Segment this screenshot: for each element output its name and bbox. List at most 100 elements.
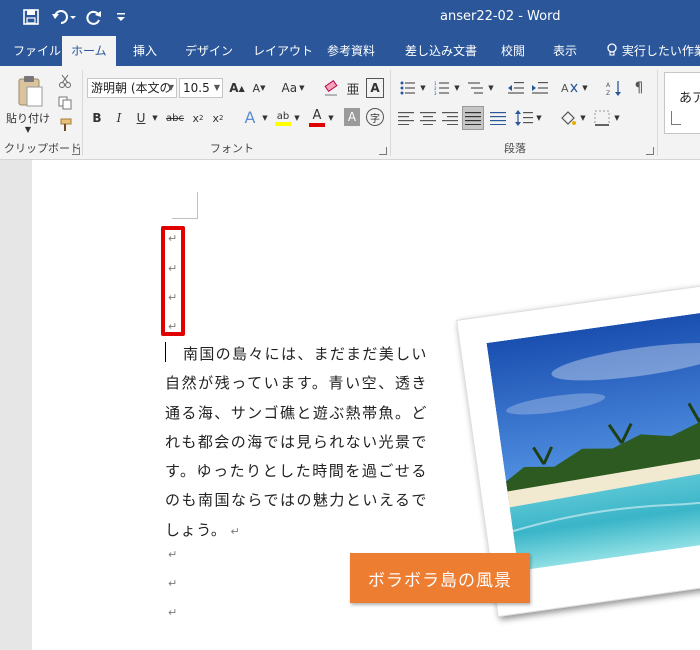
shading-icon[interactable] <box>558 108 578 128</box>
redo-icon[interactable] <box>84 6 104 28</box>
chevron-down-icon[interactable]: ▼ <box>452 78 462 98</box>
chevron-down-icon[interactable]: ▼ <box>580 78 590 98</box>
font-color-icon[interactable]: A <box>308 108 326 128</box>
tell-me-label: 実行したい作業 <box>621 44 700 58</box>
margin-corner-mark <box>172 192 198 219</box>
tab-file[interactable]: ファイル <box>4 36 70 66</box>
tab-review[interactable]: 校閲 <box>492 36 534 66</box>
paste-dropdown-icon[interactable]: ▼ <box>22 124 34 134</box>
highlight-box <box>161 226 185 336</box>
font-group-label: フォント <box>210 142 254 155</box>
format-painter-icon[interactable] <box>56 116 74 134</box>
clear-formatting-icon[interactable] <box>322 78 340 98</box>
numbering-icon[interactable]: 123 <box>432 78 452 98</box>
svg-text:Z: Z <box>606 90 610 96</box>
chevron-down-icon[interactable]: ▼ <box>418 78 428 98</box>
change-case-button[interactable]: Aa ▼ <box>276 78 310 98</box>
font-name-value: 游明朝 (本文の <box>91 81 172 95</box>
align-left-icon[interactable] <box>396 108 416 128</box>
paragraph-group-label: 段落 <box>504 142 526 155</box>
tab-view[interactable]: 表示 <box>544 36 586 66</box>
enclose-characters-icon[interactable]: 字 <box>366 108 384 126</box>
save-icon[interactable] <box>20 6 42 28</box>
title-bar: anser22-02 - Word <box>0 0 700 36</box>
character-shading-icon[interactable]: A <box>344 108 360 126</box>
copy-icon[interactable] <box>56 94 74 112</box>
chevron-down-icon[interactable]: ▼ <box>292 108 302 128</box>
align-right-icon[interactable] <box>440 108 460 128</box>
style-preview: あア <box>679 91 700 106</box>
chevron-down-icon[interactable]: ▼ <box>260 108 270 128</box>
highlight-icon[interactable]: ab <box>274 108 292 128</box>
align-center-icon[interactable] <box>418 108 438 128</box>
undo-icon[interactable] <box>50 6 78 28</box>
styles-gallery[interactable]: あア <box>664 72 700 134</box>
tab-design[interactable]: デザイン <box>176 36 242 66</box>
font-launcher-icon[interactable] <box>379 147 387 155</box>
shrink-font-icon[interactable]: A ▼ <box>250 78 268 98</box>
ribbon-tabs: ファイル ホーム 挿入 デザイン レイアウト 参考資料 差し込み文書 校閲 表示… <box>0 36 700 66</box>
lightbulb-icon <box>606 43 622 58</box>
paragraph-launcher-icon[interactable] <box>646 147 654 155</box>
style-normal-marker <box>671 111 681 125</box>
phonetic-guide-icon[interactable]: 亜 <box>344 78 362 98</box>
photo-caption[interactable]: ボラボラ島の風景 <box>350 553 530 603</box>
customize-qat-icon[interactable] <box>114 6 128 28</box>
chevron-down-icon[interactable]: ▼ <box>150 108 160 128</box>
italic-icon[interactable]: I <box>112 108 126 128</box>
tab-mailings[interactable]: 差し込み文書 <box>396 36 486 66</box>
show-marks-icon[interactable]: ¶ <box>630 78 648 98</box>
multilevel-list-icon[interactable] <box>466 78 486 98</box>
distributed-icon[interactable] <box>488 108 508 128</box>
increase-indent-icon[interactable] <box>530 78 550 98</box>
grow-font-icon[interactable]: A ▲ <box>228 78 246 98</box>
caption-text: ボラボラ島の風景 <box>368 570 512 591</box>
paragraph-mark: ↵ <box>230 524 241 538</box>
subscript-icon[interactable]: x2 <box>190 108 206 128</box>
clipboard-launcher-icon[interactable] <box>72 147 80 155</box>
borders-icon[interactable] <box>592 108 612 128</box>
character-border-icon[interactable]: A <box>366 78 384 98</box>
chevron-down-icon[interactable]: ▼ <box>486 78 496 98</box>
document-page[interactable]: ↵ ↵ ↵ ↵ 南国の島々には、まだまだ美しい自然が残っています。青い空、透き通… <box>32 160 700 650</box>
beach-photo <box>486 302 700 571</box>
clipboard-group-label: クリップボード <box>4 142 81 155</box>
bullets-icon[interactable] <box>398 78 418 98</box>
body-paragraph[interactable]: 南国の島々には、まだまだ美しい自然が残っています。青い空、透き通る海、サンゴ礁と… <box>165 340 427 546</box>
chevron-down-icon[interactable]: ▼ <box>612 108 622 128</box>
ribbon-home: 貼り付け ▼ クリップボード 游明朝 (本文の ▼ 10.5 ▼ A ▲ A ▼ A… <box>0 66 700 160</box>
tell-me-box[interactable]: 実行したい作業 <box>606 36 700 66</box>
line-spacing-icon[interactable] <box>514 108 534 128</box>
word-window: anser22-02 - Word ファイル ホーム 挿入 デザイン レイアウト… <box>0 0 700 650</box>
tab-home[interactable]: ホーム <box>62 36 116 66</box>
body-text: 南国の島々には、まだまだ美しい自然が残っています。青い空、透き通る海、サンゴ礁と… <box>165 345 427 539</box>
underline-icon[interactable]: U <box>134 108 148 128</box>
chevron-down-icon[interactable]: ▼ <box>326 108 336 128</box>
chevron-down-icon[interactable]: ▼ <box>578 108 588 128</box>
font-name-combo[interactable]: 游明朝 (本文の ▼ <box>87 78 177 98</box>
chevron-down-icon: ▼ <box>213 83 220 92</box>
font-size-combo[interactable]: 10.5 ▼ <box>179 78 223 98</box>
paragraph-mark: ↵ <box>168 606 178 619</box>
superscript-icon[interactable]: x2 <box>210 108 226 128</box>
paste-icon[interactable] <box>10 74 50 110</box>
change-case-label: Aa <box>281 81 298 95</box>
svg-text:A: A <box>561 82 569 95</box>
svg-text:A: A <box>606 82 611 89</box>
decrease-indent-icon[interactable] <box>506 78 526 98</box>
text-effects-icon[interactable]: A <box>240 106 260 128</box>
asian-layout-icon[interactable]: A <box>560 78 580 98</box>
chevron-down-icon[interactable]: ▼ <box>534 108 544 128</box>
tab-references[interactable]: 参考資料 <box>318 36 384 66</box>
bold-icon[interactable]: B <box>90 108 104 128</box>
svg-text:3: 3 <box>434 91 437 95</box>
document-area: ↵ ↵ ↵ ↵ 南国の島々には、まだまだ美しい自然が残っています。青い空、透き通… <box>0 160 700 650</box>
tab-layout[interactable]: レイアウト <box>244 36 322 66</box>
tab-insert[interactable]: 挿入 <box>124 36 166 66</box>
sort-icon[interactable]: AZ <box>604 78 624 98</box>
divider <box>657 70 658 156</box>
justify-icon[interactable] <box>462 106 484 130</box>
font-size-value: 10.5 <box>183 81 210 95</box>
cut-icon[interactable] <box>56 72 74 90</box>
strikethrough-icon[interactable]: abc <box>164 108 186 128</box>
